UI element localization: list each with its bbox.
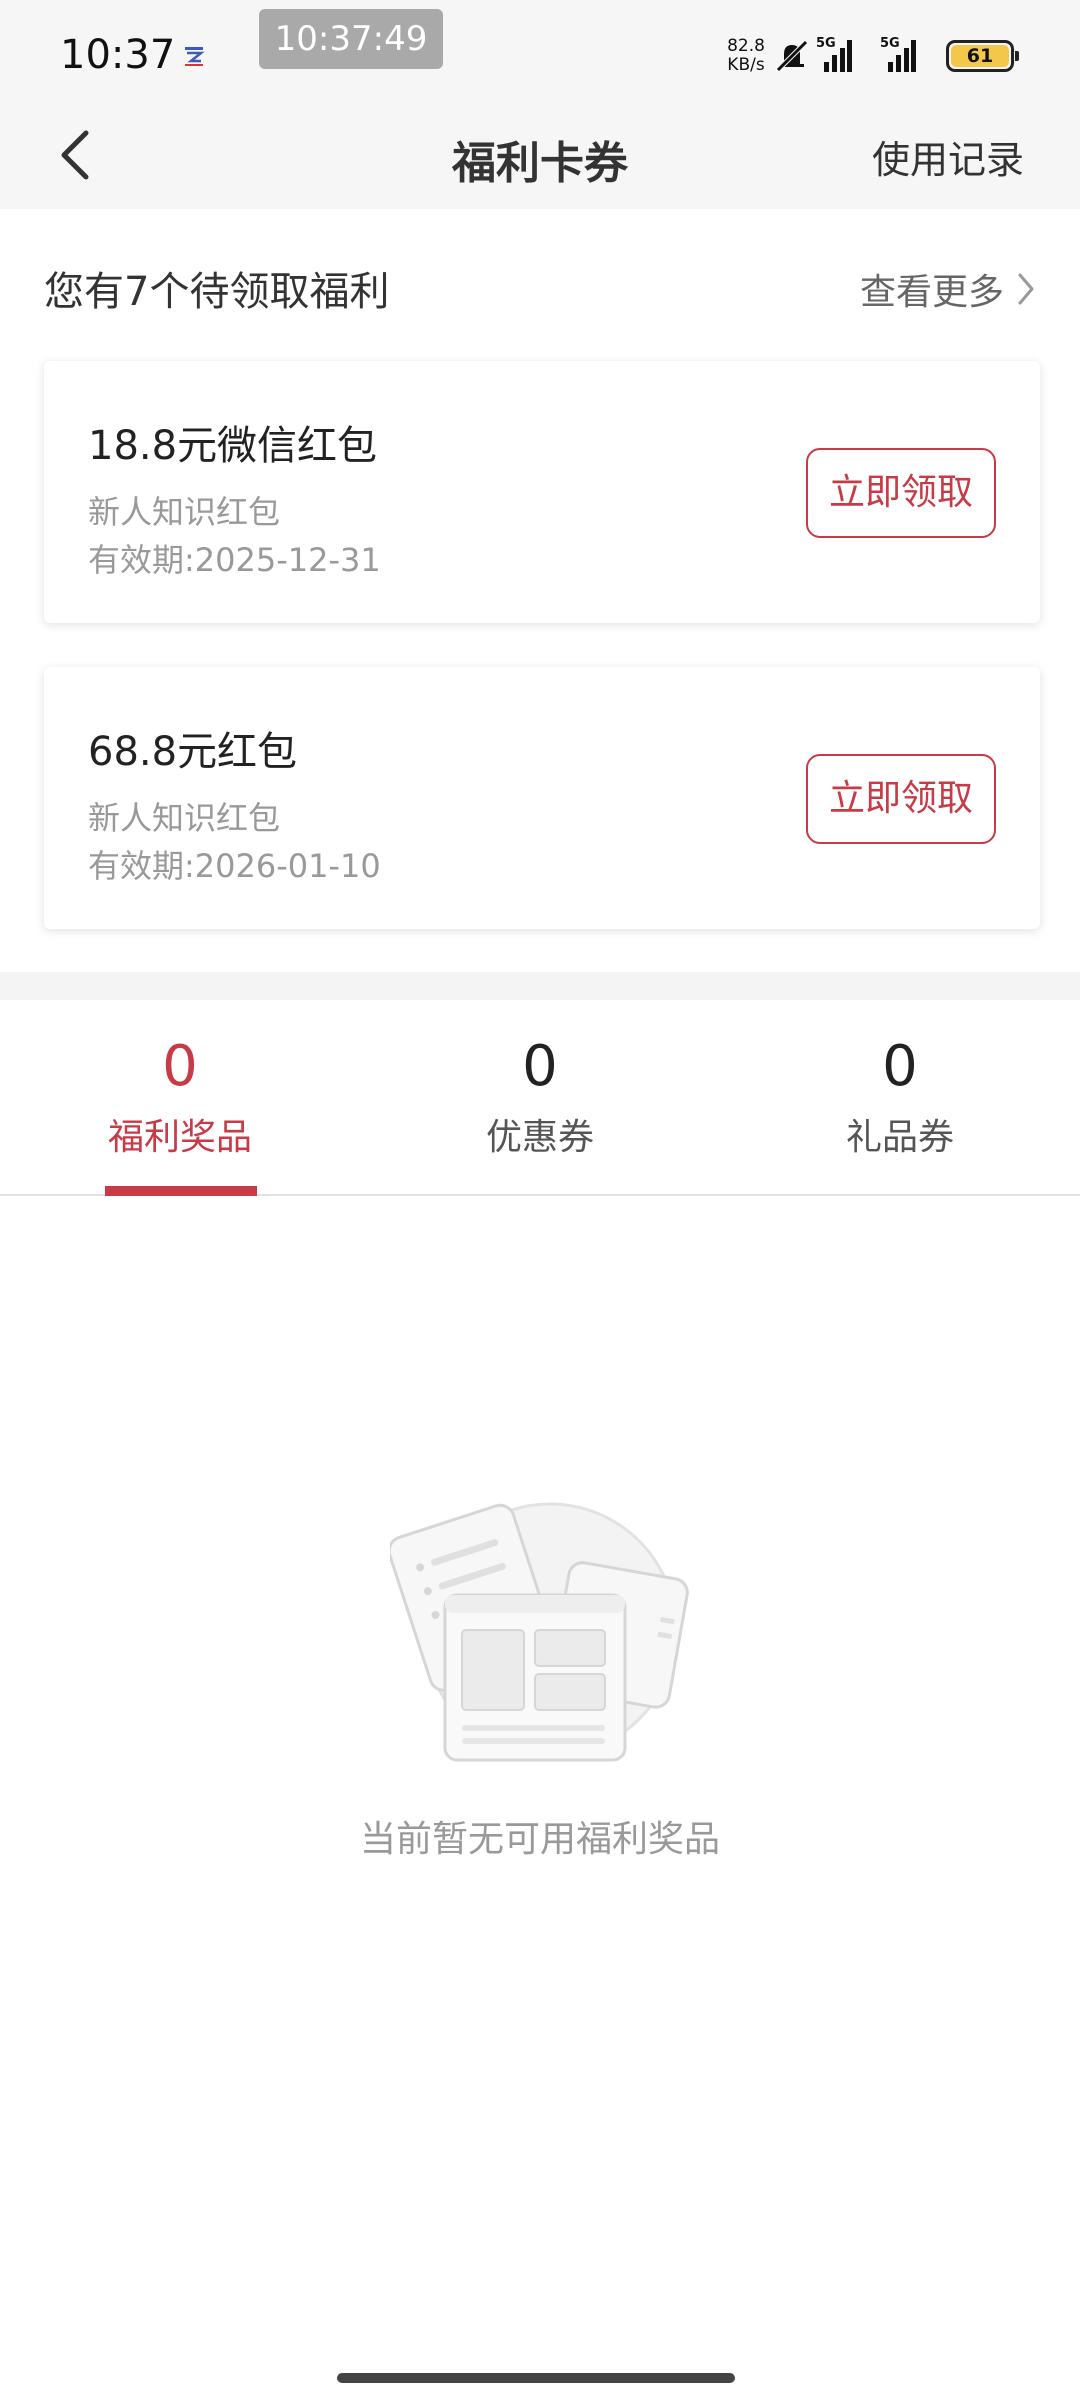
chevron-right-icon	[1018, 273, 1034, 305]
coupon-title: 68.8元红包	[88, 729, 298, 775]
signal-strength-icon	[824, 40, 852, 72]
battery-level: 61	[951, 45, 1009, 67]
coupon-validity: 有效期:2026-01-10	[88, 847, 381, 885]
network-speed: 82.8 KB/s	[724, 37, 768, 75]
view-more-label: 查看更多	[859, 272, 1004, 313]
nav-bar: 福利卡券 使用记录	[0, 105, 1080, 209]
tab-count: 0	[522, 1034, 558, 1099]
coupon-card: 68.8元红包 新人知识红包 有效期:2026-01-10 立即领取	[44, 667, 1040, 929]
section-divider	[0, 972, 1080, 1000]
timestamp-overlay: 10:37:49	[259, 9, 443, 69]
claim-button[interactable]: 立即领取	[806, 448, 996, 538]
active-tab-indicator	[105, 1186, 257, 1196]
home-indicator[interactable]	[337, 2373, 735, 2383]
tab-count: 0	[882, 1034, 918, 1099]
network-speed-value: 82.8	[727, 36, 765, 56]
mute-icon	[776, 40, 808, 72]
category-tabs: 0 福利奖品 0 优惠券 0 礼品券	[0, 1000, 1080, 1196]
app-notification-icon	[185, 47, 205, 66]
coupon-title: 18.8元微信红包	[88, 423, 378, 469]
tab-gift-coupons[interactable]: 0 礼品券	[720, 1000, 1080, 1194]
coupon-validity: 有效期:2025-12-31	[88, 541, 381, 579]
coupon-subtitle: 新人知识红包	[88, 493, 281, 531]
status-bar: 10:37 10:37:49 82.8 KB/s 5G 5G 61	[0, 0, 1080, 105]
battery-icon: 61	[946, 40, 1019, 72]
usage-record-link[interactable]: 使用记录	[872, 129, 1024, 184]
coupon-subtitle: 新人知识红包	[88, 799, 281, 837]
tab-label: 礼品券	[845, 1117, 954, 1158]
tab-discount-coupons[interactable]: 0 优惠券	[360, 1000, 720, 1194]
empty-state-message: 当前暂无可用福利奖品	[359, 1819, 720, 1860]
tab-label: 福利奖品	[107, 1117, 252, 1158]
tab-count: 0	[162, 1034, 198, 1099]
tab-label: 优惠券	[485, 1117, 594, 1158]
coupon-card: 18.8元微信红包 新人知识红包 有效期:2025-12-31 立即领取	[44, 361, 1040, 623]
view-more-link[interactable]: 查看更多	[860, 263, 1036, 315]
network-speed-unit: KB/s	[727, 55, 765, 75]
status-time: 10:37	[60, 32, 176, 78]
empty-coupons-illustration	[390, 1502, 689, 1762]
tab-benefit-prizes[interactable]: 0 福利奖品	[0, 1000, 360, 1194]
pending-benefits-title: 您有7个待领取福利	[44, 269, 390, 315]
claim-button[interactable]: 立即领取	[806, 754, 996, 844]
signal-strength-icon	[888, 40, 916, 72]
pending-benefits-header: 您有7个待领取福利 查看更多	[0, 209, 1080, 349]
